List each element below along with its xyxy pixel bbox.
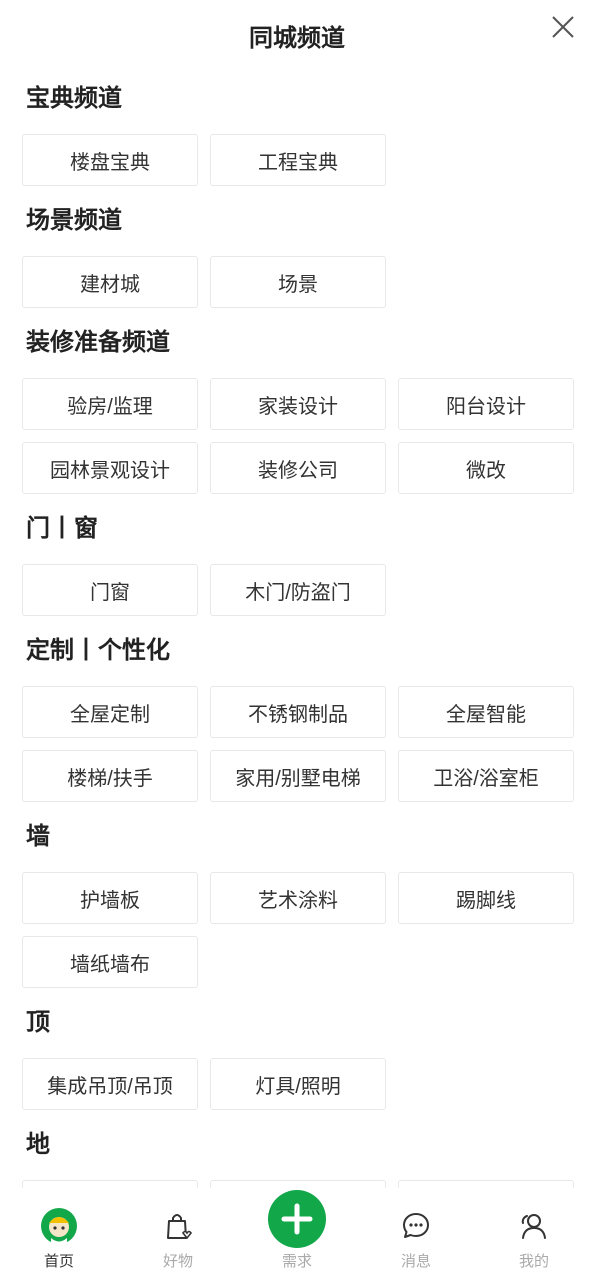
home-avatar-icon <box>19 1208 99 1244</box>
channel-chip[interactable]: 家用/别墅电梯 <box>210 750 386 802</box>
channel-chip[interactable]: 门窗 <box>22 564 198 616</box>
channel-chip[interactable]: 护墙板 <box>22 872 198 924</box>
channel-grid: 全屋定制 不锈钢制品 全屋智能楼梯/扶手 家用/别墅电梯 卫浴/浴室柜 <box>22 686 574 802</box>
channel-grid: 护墙板 艺术涂料 踢脚线墙纸墙布 <box>22 872 574 988</box>
channel-chip[interactable]: 园林景观设计 <box>22 442 198 494</box>
user-icon <box>494 1208 574 1244</box>
chat-bubble-icon <box>376 1208 456 1244</box>
channel-chip[interactable]: 装修公司 <box>210 442 386 494</box>
section-title: 宝典频道 <box>26 85 122 112</box>
channel-chip[interactable]: 楼梯/扶手 <box>22 750 198 802</box>
channel-chip[interactable]: 家装设计 <box>210 378 386 430</box>
channel-list[interactable]: 宝典频道楼盘宝典 工程宝典场景频道建材城 场景装修准备频道验房/监理 家装设计 阳台设计… <box>22 78 574 1188</box>
plus-icon <box>281 1203 313 1235</box>
channel-chip[interactable]: 墙纸墙布 <box>22 936 198 988</box>
header: 同城频道 <box>0 0 594 70</box>
channel-chip[interactable]: 全屋智能 <box>398 686 574 738</box>
section-title: 定制丨个性化 <box>26 637 170 664</box>
section-title: 场景频道 <box>26 207 122 234</box>
channel-grid: 验房/监理 家装设计 阳台设计园林景观设计 装修公司 微改 <box>22 378 574 494</box>
channel-chip[interactable]: 艺术涂料 <box>210 872 386 924</box>
channel-chip[interactable]: 工程宝典 <box>210 134 386 186</box>
tab-home[interactable]: 首页 <box>19 1208 99 1271</box>
channel-chip[interactable]: 木门/防盗门 <box>210 564 386 616</box>
bottom-tab-bar: 首页 好物 需求 消息 我的 <box>0 1188 594 1280</box>
channel-chip[interactable]: 灯具/照明 <box>210 1058 386 1110</box>
channel-grid: 楼盘宝典 工程宝典 <box>22 134 574 186</box>
section-title: 顶 <box>26 1009 50 1036</box>
channel-chip[interactable]: 微改 <box>398 442 574 494</box>
close-icon[interactable] <box>548 12 578 42</box>
channel-chip[interactable]: 建材城 <box>22 256 198 308</box>
channel-chip[interactable] <box>398 1180 574 1188</box>
tab-messages-label: 消息 <box>400 1253 431 1270</box>
shopping-bag-icon <box>138 1208 218 1244</box>
channel-chip[interactable] <box>210 1180 386 1188</box>
tab-goods-label: 好物 <box>162 1253 193 1270</box>
tab-mine[interactable]: 我的 <box>494 1208 574 1271</box>
tab-mine-label: 我的 <box>518 1253 549 1270</box>
channel-chip[interactable]: 场景 <box>210 256 386 308</box>
section-title: 地 <box>26 1131 50 1158</box>
channel-grid: 建材城 场景 <box>22 256 574 308</box>
channel-grid <box>22 1180 574 1188</box>
section-title: 墙 <box>26 823 50 850</box>
channel-chip[interactable]: 踢脚线 <box>398 872 574 924</box>
tab-home-label: 首页 <box>43 1253 74 1270</box>
channel-chip[interactable]: 全屋定制 <box>22 686 198 738</box>
channel-chip[interactable]: 楼盘宝典 <box>22 134 198 186</box>
channel-chip[interactable]: 卫浴/浴室柜 <box>398 750 574 802</box>
channel-chip[interactable]: 集成吊顶/吊顶 <box>22 1058 198 1110</box>
channel-chip[interactable]: 阳台设计 <box>398 378 574 430</box>
tab-goods[interactable]: 好物 <box>138 1208 218 1271</box>
section-title: 装修准备频道 <box>26 329 170 356</box>
channel-grid: 集成吊顶/吊顶 灯具/照明 <box>22 1058 574 1110</box>
add-demand-button[interactable] <box>268 1190 326 1248</box>
tab-messages[interactable]: 消息 <box>376 1208 456 1271</box>
channel-grid: 门窗 木门/防盗门 <box>22 564 574 616</box>
tab-demand-label: 需求 <box>281 1253 312 1270</box>
channel-chip[interactable]: 不锈钢制品 <box>210 686 386 738</box>
section-title: 门丨窗 <box>26 515 98 542</box>
channel-chip[interactable] <box>22 1180 198 1188</box>
page-title: 同城频道 <box>249 25 345 52</box>
channel-chip[interactable]: 验房/监理 <box>22 378 198 430</box>
